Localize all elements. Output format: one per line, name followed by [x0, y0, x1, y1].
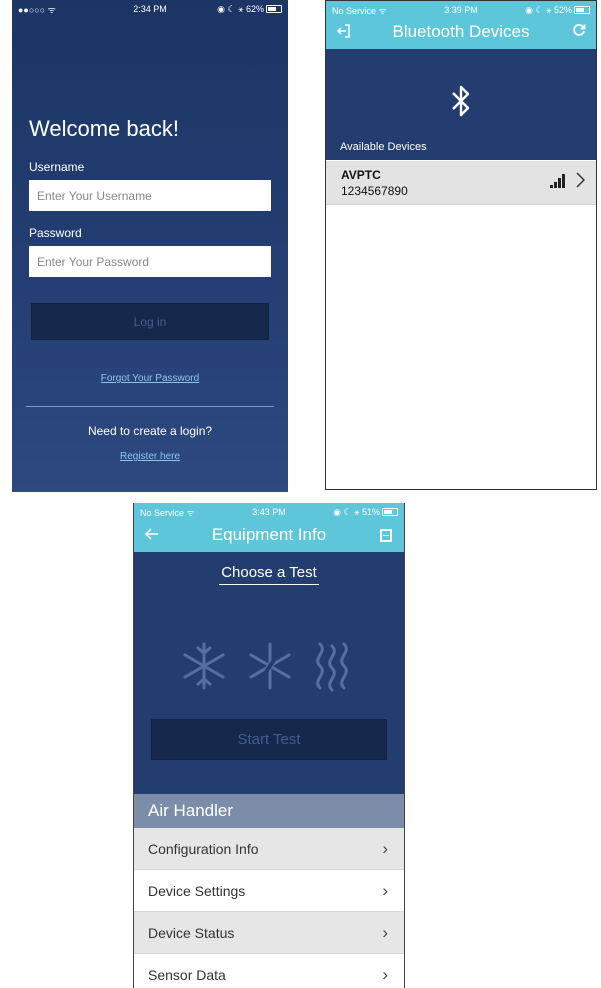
status-right: ◉ ☾ ⚹ 52% [525, 5, 590, 16]
status-battery-text: ◉ ☾ ⚹ 62% [217, 3, 264, 14]
test-panel: Choose a Test Start Test [134, 552, 404, 794]
row-configuration-info[interactable]: Configuration Info › [134, 828, 404, 870]
device-row[interactable]: AVPTC 1234567890 [326, 161, 596, 205]
row-label: Configuration Info [148, 841, 259, 857]
bluetooth-header: Available Devices [326, 49, 596, 160]
need-login-text: Need to create a login? [87, 424, 213, 438]
bluetooth-icon [326, 83, 596, 124]
page-title: Equipment Info [211, 525, 327, 544]
status-right: ◉ ☾ ⚹ 62% [217, 4, 282, 15]
username-input[interactable] [29, 180, 271, 211]
defrost-icon[interactable] [249, 640, 291, 692]
section-header-air-handler: Air Handler [134, 794, 404, 828]
status-bar: No Service ᯤ 3:43 PM ◉ ☾ ⚹ 51% [134, 503, 404, 521]
equipment-screen: No Service ᯤ 3:43 PM ◉ ☾ ⚹ 51% Equipment… [133, 503, 405, 988]
heat-icon[interactable] [316, 642, 348, 692]
nav-bar: Bluetooth Devices [326, 19, 596, 49]
status-bar: ●●○○○ ᯤ 2:34 PM ◉ ☾ ⚹ 62% [12, 0, 288, 18]
row-label: Device Settings [148, 883, 246, 899]
signal-icon [550, 174, 566, 193]
choose-test-heading: Choose a Test [134, 564, 404, 585]
status-battery-text: ◉ ☾ ⚹ 52% [525, 4, 572, 15]
battery-icon [382, 508, 398, 517]
forgot-password-link[interactable]: Forgot Your Password [12, 373, 288, 384]
start-test-button[interactable]: Start Test [151, 719, 387, 760]
chevron-right-icon: › [382, 881, 388, 900]
login-screen: ●●○○○ ᯤ 2:34 PM ◉ ☾ ⚹ 62% Welcome back! … [12, 0, 288, 492]
register-link[interactable]: Register here [12, 451, 288, 462]
snowflake-icon[interactable] [183, 642, 225, 690]
password-input[interactable] [29, 246, 271, 277]
device-serial: 1234567890 [341, 184, 408, 198]
row-device-settings[interactable]: Device Settings › [134, 870, 404, 912]
divider [26, 406, 274, 407]
chevron-right-icon [576, 172, 586, 193]
test-icons [183, 640, 348, 692]
save-icon[interactable] [380, 529, 392, 542]
welcome-heading: Welcome back! [29, 116, 179, 141]
row-sensor-data[interactable]: Sensor Data › [134, 954, 404, 988]
battery-icon [574, 6, 590, 15]
status-signal: No Service ᯤ [332, 5, 387, 16]
username-label: Username [29, 160, 85, 174]
choose-test-label: Choose a Test [219, 564, 319, 585]
chevron-right-icon: › [382, 965, 388, 984]
nav-bar: Equipment Info [134, 521, 404, 552]
login-button[interactable]: Log in [31, 303, 269, 340]
chevron-right-icon: › [382, 839, 388, 858]
status-battery-text: ◉ ☾ ⚹ 51% [333, 506, 380, 517]
refresh-icon[interactable] [572, 23, 586, 41]
status-bar: No Service ᯤ 3:39 PM ◉ ☾ ⚹ 52% [326, 1, 596, 19]
status-right: ◉ ☾ ⚹ 51% [333, 507, 398, 518]
row-label: Sensor Data [148, 967, 226, 983]
battery-icon [266, 5, 282, 14]
device-name: AVPTC [341, 168, 381, 182]
available-devices-label: Available Devices [340, 141, 427, 153]
chevron-right-icon: › [382, 923, 388, 942]
row-label: Device Status [148, 925, 235, 941]
bluetooth-screen: No Service ᯤ 3:39 PM ◉ ☾ ⚹ 52% Bluetooth… [325, 0, 597, 490]
status-signal: ●●○○○ ᯤ [18, 4, 56, 15]
password-label: Password [29, 226, 82, 240]
status-signal: No Service ᯤ [140, 507, 195, 518]
page-title: Bluetooth Devices [392, 22, 530, 41]
row-device-status[interactable]: Device Status › [134, 912, 404, 954]
